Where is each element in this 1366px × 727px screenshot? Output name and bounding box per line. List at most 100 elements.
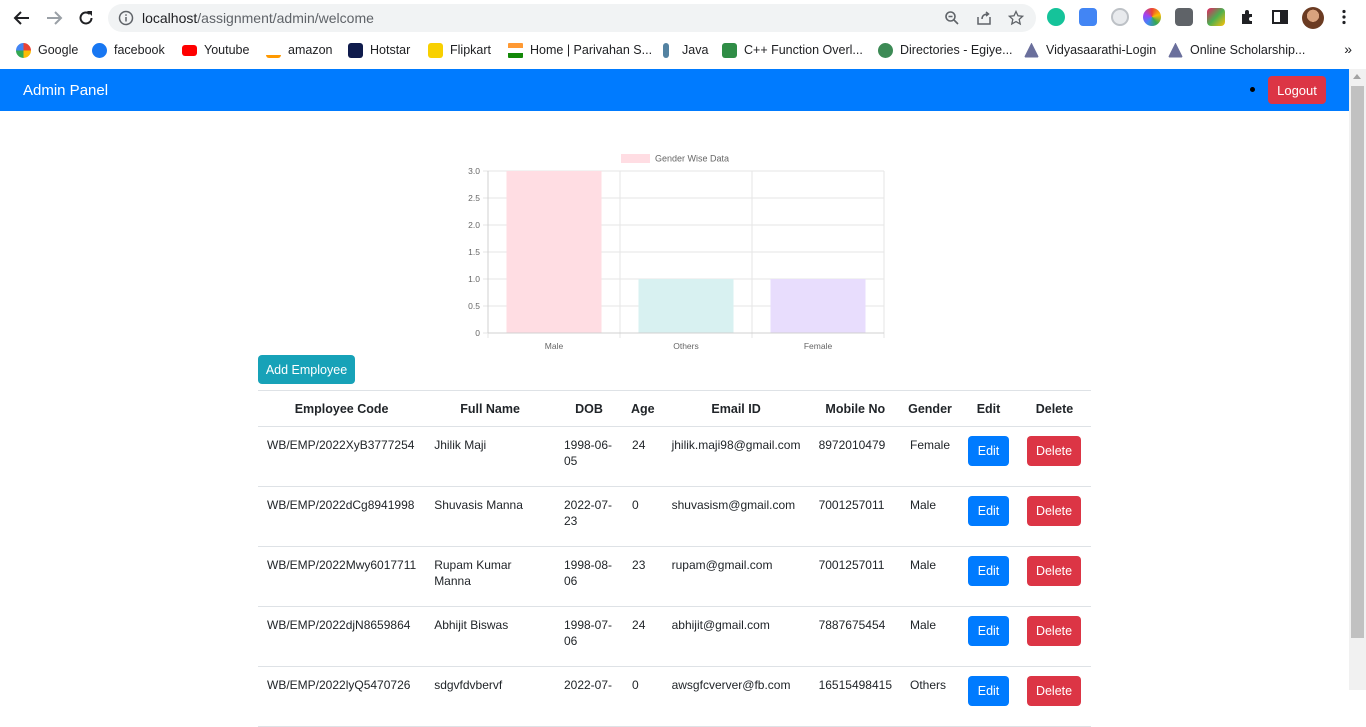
extensions-puzzle-icon[interactable]: [1239, 8, 1257, 26]
url-text: localhost/assignment/admin/welcome: [142, 10, 374, 26]
side-panel-icon[interactable]: [1271, 8, 1289, 26]
delete-button[interactable]: Delete: [1027, 496, 1082, 526]
india-flag-icon: [508, 42, 523, 58]
address-bar[interactable]: localhost/assignment/admin/welcome: [108, 4, 1036, 32]
cell-age: 0: [623, 486, 663, 547]
bookmark-cpp-overloading[interactable]: C++ Function Overl...: [722, 41, 863, 59]
edit-button[interactable]: Edit: [968, 676, 1010, 706]
cell-age: 0: [623, 666, 663, 727]
bookmark-facebook[interactable]: facebook: [92, 41, 165, 59]
forward-button[interactable]: [42, 6, 66, 30]
multicolor-extension-icon[interactable]: [1207, 8, 1225, 26]
google-icon: [16, 42, 31, 58]
cell-edit: Edit: [959, 666, 1019, 727]
delete-button[interactable]: Delete: [1027, 616, 1082, 646]
cell-gender: Male: [901, 486, 960, 547]
site-info-icon[interactable]: [118, 10, 134, 26]
reload-button[interactable]: [74, 6, 98, 30]
cell-mobile: 7001257011: [809, 486, 901, 547]
bookmark-youtube[interactable]: Youtube: [182, 41, 249, 59]
translate-extension-icon[interactable]: [1079, 8, 1097, 26]
bookmark-label: C++ Function Overl...: [744, 43, 863, 57]
bookmark-hotstar[interactable]: Hotstar: [348, 41, 410, 59]
header-delete: Delete: [1018, 390, 1091, 427]
bookmark-label: Hotstar: [370, 43, 411, 57]
cell-dob: 1998-07-06: [554, 606, 624, 667]
cell-delete: Delete: [1018, 426, 1091, 487]
share-icon[interactable]: [976, 10, 992, 26]
y-tick-label: 2.5: [468, 193, 480, 203]
cell-delete: Delete: [1018, 666, 1091, 727]
cell-dob: 2022-07-: [554, 666, 624, 727]
add-employee-button[interactable]: Add Employee: [258, 355, 355, 384]
menu-kebab-icon[interactable]: [1335, 8, 1353, 26]
bookmark-label: amazon: [288, 43, 333, 57]
employee-table: Employee Code Full Name DOB Age Email ID…: [258, 390, 1091, 727]
table-header-row: Employee Code Full Name DOB Age Email ID…: [258, 390, 1091, 427]
cell-full-name: Jhilik Maji: [425, 426, 555, 487]
zoom-icon[interactable]: [944, 10, 960, 26]
bookmark-scholarship[interactable]: Online Scholarship...: [1168, 41, 1305, 59]
header-edit: Edit: [959, 390, 1019, 427]
bookmark-amazon[interactable]: amazon: [266, 41, 332, 59]
bookmark-directories[interactable]: Directories - Egiye...: [878, 41, 1013, 59]
amazon-icon: [266, 42, 281, 58]
bookmark-vidyasaarathi[interactable]: Vidyasaarathi-Login: [1024, 41, 1156, 59]
cell-delete: Delete: [1018, 486, 1091, 547]
java-icon: [663, 42, 669, 58]
edit-button[interactable]: Edit: [968, 616, 1010, 646]
bookmark-java[interactable]: Java: [660, 41, 708, 59]
delete-button[interactable]: Delete: [1027, 676, 1082, 706]
url-host: localhost: [142, 10, 198, 26]
profile-avatar[interactable]: [1302, 7, 1324, 29]
cell-dob: 1998-06-05: [554, 426, 624, 487]
delete-button[interactable]: Delete: [1027, 556, 1082, 586]
cell-full-name: Shuvasis Manna: [425, 486, 555, 547]
cell-age: 24: [623, 426, 663, 487]
bar-female: [770, 279, 866, 333]
back-button[interactable]: [10, 6, 34, 30]
edit-button[interactable]: Edit: [968, 496, 1010, 526]
cell-email: rupam@gmail.com: [662, 546, 810, 607]
navbar-brand[interactable]: Admin Panel: [23, 82, 108, 99]
youtube-icon: [182, 44, 197, 56]
cell-edit: Edit: [959, 546, 1019, 607]
cell-delete: Delete: [1018, 606, 1091, 667]
color-picker-extension-icon[interactable]: [1143, 8, 1161, 26]
bar-male: [506, 171, 602, 333]
bookmark-star-icon[interactable]: [1008, 10, 1024, 26]
table-row: WB/EMP/2022lyQ5470726 sdgvfdvbervf 2022-…: [258, 666, 1091, 727]
bookmark-label: Home | Parivahan S...: [530, 43, 653, 57]
bookmark-label: Online Scholarship...: [1190, 43, 1306, 57]
page-scrollbar[interactable]: [1349, 69, 1366, 690]
bookmark-flipkart[interactable]: Flipkart: [428, 41, 491, 59]
cell-mobile: 8972010479: [809, 426, 901, 487]
g-extension-icon[interactable]: [1175, 8, 1193, 26]
cell-dob: 1998-08-06: [554, 546, 624, 607]
scroll-thumb[interactable]: [1351, 86, 1364, 638]
bookmarks-bar: Google facebook Youtube amazon Hotstar F…: [0, 38, 1366, 62]
cell-dob: 2022-07-23: [554, 486, 624, 547]
header-age: Age: [623, 390, 663, 427]
header-gender: Gender: [901, 390, 960, 427]
bookmark-google[interactable]: Google: [16, 41, 78, 59]
bookmark-label: Youtube: [204, 43, 250, 57]
scholarship-icon: [1168, 42, 1183, 58]
x-tick-label: Others: [673, 341, 699, 351]
x-tick-label: Male: [545, 341, 564, 351]
more-bookmarks-chevron-icon[interactable]: »: [1344, 41, 1352, 57]
cell-employee-code: WB/EMP/2022Mwy6017711: [258, 546, 426, 607]
logout-button[interactable]: Logout: [1268, 76, 1326, 104]
table-row: WB/EMP/2022dCg8941998 Shuvasis Manna 202…: [258, 486, 1091, 547]
cell-age: 24: [623, 606, 663, 667]
extension-icon[interactable]: [1111, 8, 1129, 26]
bookmark-label: Java: [682, 43, 709, 57]
grammarly-extension-icon[interactable]: [1047, 8, 1065, 26]
delete-button[interactable]: Delete: [1027, 436, 1082, 466]
cell-edit: Edit: [959, 606, 1019, 667]
cell-delete: Delete: [1018, 546, 1091, 607]
edit-button[interactable]: Edit: [968, 436, 1010, 466]
edit-button[interactable]: Edit: [968, 556, 1010, 586]
bookmark-parivahan[interactable]: Home | Parivahan S...: [508, 41, 652, 59]
scroll-up-arrow-icon[interactable]: [1353, 74, 1361, 79]
